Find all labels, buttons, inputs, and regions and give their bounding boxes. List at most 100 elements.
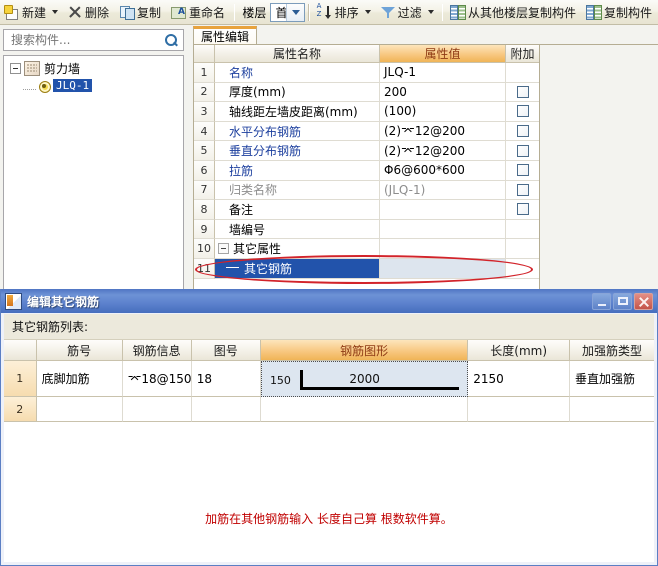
copy-from-other-floor-button[interactable]: 从其他楼层复制构件: [447, 2, 581, 23]
property-name-selected[interactable]: 其它钢筋: [215, 258, 380, 279]
chevron-down-icon[interactable]: [364, 10, 371, 14]
floor-select-arrow[interactable]: [286, 3, 305, 21]
property-grid[interactable]: 属性名称 属性值 附加 1 名称 JLQ-1 2 厚度(mm) 200 3 轴线…: [193, 45, 540, 293]
bar-shape-cell[interactable]: 150 2000: [260, 361, 469, 397]
property-value[interactable]: [380, 200, 506, 220]
collapse-icon[interactable]: [10, 63, 21, 74]
property-value[interactable]: (100): [380, 102, 506, 122]
figure-no-cell[interactable]: [191, 397, 261, 422]
search-input[interactable]: [9, 32, 163, 48]
sort-button[interactable]: 排序: [314, 2, 375, 23]
append-cell[interactable]: [506, 200, 539, 220]
append-checkbox[interactable]: [516, 125, 529, 138]
tree-connector: [226, 267, 239, 269]
property-name: 水平分布钢筋: [215, 121, 380, 142]
append-checkbox[interactable]: [516, 183, 529, 196]
length-cell[interactable]: [468, 397, 571, 422]
tree-node-root[interactable]: 剪力墙: [4, 60, 183, 77]
minimize-button[interactable]: [592, 292, 611, 310]
property-value[interactable]: (2)⌤12@200: [380, 121, 506, 142]
figure-no-cell[interactable]: 18: [191, 361, 261, 397]
maximize-button[interactable]: [613, 292, 632, 310]
table-row[interactable]: 5 垂直分布钢筋 (2)⌤12@200: [194, 141, 539, 161]
append-checkbox[interactable]: [516, 203, 529, 216]
wall-icon: [24, 61, 40, 76]
dialog-title-bar[interactable]: 编辑其它钢筋: [1, 289, 657, 313]
append-checkbox[interactable]: [516, 105, 529, 118]
bar-name-cell[interactable]: [36, 397, 123, 422]
table-row[interactable]: 9 墙编号: [194, 219, 539, 240]
filter-button[interactable]: 过滤: [377, 2, 438, 23]
table-row[interactable]: 3 轴线距左墙皮距离(mm) (100): [194, 102, 539, 122]
row-number: 6: [194, 160, 215, 181]
property-value[interactable]: [380, 219, 506, 240]
property-name: 厚度(mm): [215, 82, 380, 103]
table-row-selected[interactable]: 11 其它钢筋: [194, 258, 539, 279]
length-cell[interactable]: 2150: [468, 361, 571, 397]
property-name: 备注: [215, 200, 380, 220]
table-row[interactable]: 7 归类名称 (JLQ-1): [194, 180, 539, 201]
chevron-down-icon[interactable]: [427, 10, 434, 14]
copy-button-label: 复制: [137, 5, 162, 20]
table-row[interactable]: 1 名称 JLQ-1: [194, 63, 539, 83]
table-row[interactable]: 2: [4, 397, 655, 422]
close-button[interactable]: [634, 292, 653, 310]
table-row[interactable]: 6 拉筋 Φ6@600*600: [194, 160, 539, 181]
tree-node-child-label: JLQ-1: [53, 79, 93, 92]
reinforce-type-cell[interactable]: 垂直加强筋: [570, 361, 655, 397]
property-group-name[interactable]: 其它属性: [215, 239, 380, 259]
row-number: 3: [194, 102, 215, 122]
delete-button[interactable]: 删除: [64, 2, 114, 23]
chevron-down-icon[interactable]: [52, 10, 59, 14]
tab-property-edit[interactable]: 属性编辑: [193, 26, 258, 44]
bar-shape-cell[interactable]: [260, 397, 469, 422]
property-value[interactable]: (2)⌤12@200: [380, 141, 506, 161]
header-append: 附加: [506, 45, 539, 63]
append-cell[interactable]: [506, 122, 539, 142]
table-row[interactable]: 1 底脚加筋 ⌤18@150 18 150 2000 2150 垂直加强筋: [4, 361, 655, 397]
property-value: [380, 239, 506, 259]
header-rownum: [4, 340, 37, 361]
collapse-icon[interactable]: [218, 243, 229, 255]
search-icon[interactable]: [164, 33, 179, 48]
append-checkbox[interactable]: [516, 144, 529, 157]
rename-button[interactable]: 重命名: [168, 2, 230, 23]
sort-icon: [317, 2, 333, 20]
rebar-list-label: 其它钢筋列表:: [12, 320, 89, 334]
bar-info-cell[interactable]: [122, 397, 192, 422]
new-button[interactable]: 新建: [1, 2, 62, 23]
floor-select[interactable]: 首层: [270, 2, 306, 22]
append-checkbox[interactable]: [516, 85, 529, 98]
bar-name-cell[interactable]: 底脚加筋: [36, 361, 123, 397]
other-rebar-table[interactable]: 筋号 钢筋信息 图号 钢筋图形 长度(mm) 加强筋类型 1 底脚加筋 ⌤18@…: [4, 340, 655, 526]
copy-button[interactable]: 复制: [116, 2, 166, 23]
property-value[interactable]: [380, 258, 506, 279]
copy-component-button[interactable]: 复制构件: [583, 2, 657, 23]
table-row[interactable]: 4 水平分布钢筋 (2)⌤12@200: [194, 121, 539, 142]
table-row-group[interactable]: 10 其它属性: [194, 239, 539, 259]
property-value[interactable]: (JLQ-1): [380, 180, 506, 201]
header-property-value: 属性值: [380, 45, 506, 63]
table-row[interactable]: 8 备注: [194, 200, 539, 220]
property-value[interactable]: JLQ-1: [380, 63, 506, 83]
bar-info-cell[interactable]: ⌤18@150: [122, 361, 192, 397]
property-name: 垂直分布钢筋: [215, 141, 380, 161]
append-cell[interactable]: [506, 181, 539, 201]
append-cell[interactable]: [506, 220, 539, 240]
append-checkbox[interactable]: [516, 164, 529, 177]
search-box[interactable]: [3, 29, 184, 51]
append-cell[interactable]: [506, 161, 539, 181]
component-tree[interactable]: 剪力墙 JLQ-1: [3, 55, 184, 290]
tree-node-child[interactable]: JLQ-1: [4, 77, 183, 94]
table-row[interactable]: 2 厚度(mm) 200: [194, 82, 539, 103]
header-bar-info: 钢筋信息: [122, 340, 192, 361]
new-icon: [4, 4, 20, 20]
property-value[interactable]: 200: [380, 82, 506, 103]
append-cell[interactable]: [506, 141, 539, 161]
reinforce-type-cell[interactable]: [570, 397, 655, 422]
append-cell: [506, 239, 539, 259]
append-cell[interactable]: [506, 83, 539, 103]
append-cell[interactable]: [506, 63, 539, 83]
property-value[interactable]: Φ6@600*600: [380, 160, 506, 181]
append-cell[interactable]: [506, 102, 539, 122]
